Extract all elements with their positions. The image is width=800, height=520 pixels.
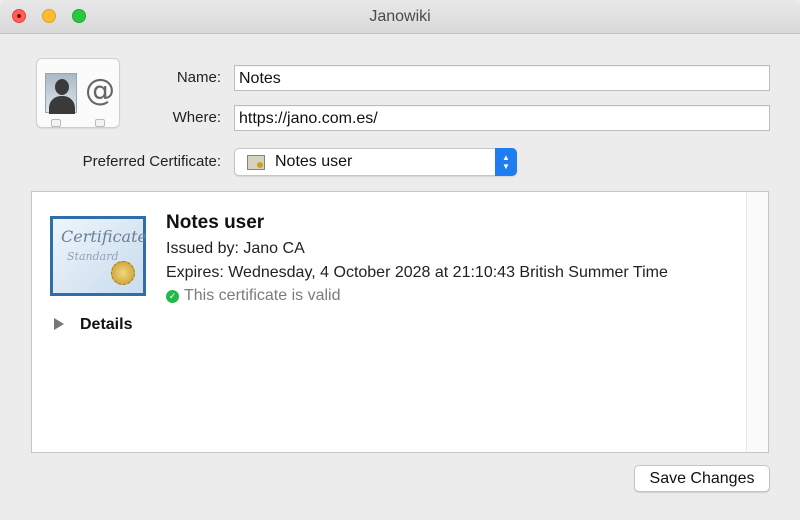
person-head-shape	[55, 79, 69, 95]
keychain-item-window: Janowiki @ Name: Notes Where: https://ja…	[0, 0, 800, 520]
preferred-certificate-value: Notes user	[275, 153, 353, 170]
title-bar: Janowiki	[0, 0, 800, 34]
where-label: Where:	[172, 109, 221, 126]
certificate-panel: Certificate Standard Notes user Issued b…	[31, 191, 769, 453]
details-disclosure[interactable]: Details	[54, 316, 132, 334]
certificate-name: Notes user	[166, 212, 265, 233]
checkmark-circle-icon: ✓	[166, 290, 179, 303]
disclosure-triangle-icon[interactable]	[54, 318, 64, 330]
card-tab	[95, 119, 105, 127]
contact-card-icon: @	[36, 58, 120, 128]
name-field[interactable]: Notes	[234, 65, 770, 91]
save-changes-button[interactable]: Save Changes	[634, 465, 770, 492]
person-silhouette-icon	[45, 73, 77, 114]
person-body-shape	[49, 96, 75, 114]
card-tab	[51, 119, 61, 127]
where-field[interactable]: https://jano.com.es/	[234, 105, 770, 131]
certificate-icon: Certificate Standard	[50, 216, 147, 296]
certificate-status: ✓ This certificate is valid	[166, 287, 341, 305]
certificate-issuer: Issued by: Jano CA	[166, 240, 305, 257]
preferred-certificate-label: Preferred Certificate:	[82, 153, 221, 170]
at-sign-icon: @	[85, 73, 115, 108]
name-label: Name:	[176, 69, 221, 86]
vertical-scrollbar[interactable]	[746, 192, 768, 452]
certificate-status-text: This certificate is valid	[184, 287, 341, 304]
certificate-image-text: Certificate	[61, 227, 147, 246]
certificate-expiry: Expires: Wednesday, 4 October 2028 at 21…	[166, 264, 668, 281]
seal-icon	[111, 261, 135, 285]
window-title: Janowiki	[369, 8, 431, 25]
preferred-certificate-select[interactable]: Notes user ▲ ▼	[234, 148, 517, 176]
details-label: Details	[80, 316, 133, 333]
certificate-mini-icon	[247, 155, 265, 170]
certificate-image-subtext: Standard	[67, 250, 119, 263]
chevron-updown-icon[interactable]: ▲ ▼	[495, 148, 517, 176]
